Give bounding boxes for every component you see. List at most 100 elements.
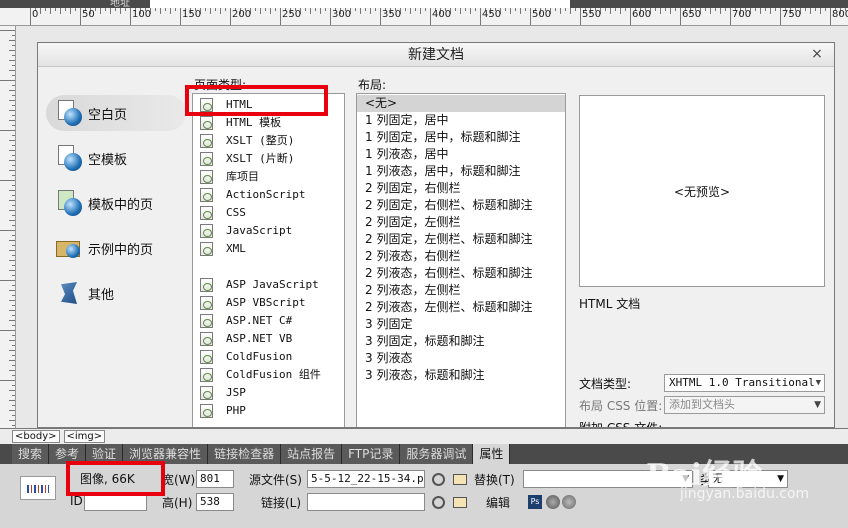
layout-item[interactable]: 2 列固定，右侧栏 <box>365 180 460 197</box>
page-type-item[interactable]: XML <box>193 240 344 258</box>
ruler-tick <box>180 8 181 25</box>
tag-img[interactable]: <img> <box>63 430 106 443</box>
ruler-tick <box>575 8 576 11</box>
height-input[interactable]: 538 <box>196 493 234 511</box>
ruler-tick <box>0 180 15 181</box>
edit-settings-icon[interactable] <box>546 495 560 509</box>
browse-folder-icon[interactable] <box>453 474 467 485</box>
link-input[interactable] <box>307 493 425 511</box>
layout-item[interactable]: <无> <box>357 95 565 112</box>
ruler-tick <box>380 8 381 25</box>
layout-item[interactable]: 2 列液态，左侧栏 <box>365 282 460 299</box>
new-document-dialog: 新建文档 × 空白页 空模板 模板中的页 示例中的页 其他 页面类型: HTML… <box>37 42 835 428</box>
ruler-tick <box>210 8 211 14</box>
page-type-item[interactable]: CSS <box>193 204 344 222</box>
ruler-tick <box>45 8 46 11</box>
ruler-tick <box>275 8 276 11</box>
ruler-tick <box>9 240 15 241</box>
file-icon <box>200 296 213 310</box>
page-type-item[interactable]: XSLT (片断) <box>193 150 344 168</box>
page-type-item[interactable]: JSP <box>193 384 344 402</box>
ruler-tick <box>415 8 416 11</box>
panel-tab[interactable]: 服务器调试 <box>400 444 474 464</box>
layout-list[interactable]: <无> 1 列固定，居中 1 列固定，居中，标题和脚注 1 列液态，居中 1 列液态，居… <box>356 93 566 427</box>
file-icon <box>200 206 213 220</box>
ruler-tick <box>780 8 781 25</box>
ruler-tick <box>580 8 581 25</box>
ruler-tick <box>9 40 15 41</box>
image-thumbnail <box>20 476 56 500</box>
layout-item[interactable]: 2 列固定，左侧栏、标题和脚注 <box>365 231 532 248</box>
layout-item[interactable]: 3 列固定 <box>365 316 412 333</box>
dialog-title: 新建文档 <box>38 43 834 67</box>
point-to-file-icon[interactable] <box>432 473 445 486</box>
panel-tab[interactable]: 站点报告 <box>281 444 343 464</box>
preview-box: <无预览> <box>579 95 825 287</box>
ruler-tick <box>12 35 15 36</box>
category-page-from-sample[interactable]: 示例中的页 <box>46 230 186 266</box>
page-type-item[interactable]: JavaScript <box>193 222 344 240</box>
ruler-tick <box>655 8 656 11</box>
page-type-item[interactable]: 库项目 <box>193 168 344 186</box>
ruler-tick <box>30 8 31 25</box>
ruler-tick <box>125 8 126 11</box>
browse-folder-icon[interactable] <box>453 497 467 508</box>
tag-body[interactable]: <body> <box>12 430 60 443</box>
ruler-tick <box>215 8 216 11</box>
category-blank-page[interactable]: 空白页 <box>46 95 186 131</box>
page-type-label: XSLT (片断) <box>226 152 295 165</box>
page-type-item[interactable]: ActionScript <box>193 186 344 204</box>
page-type-item[interactable]: ASP.NET VB <box>193 330 344 348</box>
category-blank-template[interactable]: 空模板 <box>46 140 186 176</box>
panel-tab[interactable]: FTP记录 <box>342 444 401 464</box>
layout-item[interactable]: 1 列固定，居中 <box>365 112 448 129</box>
ruler-tick <box>815 8 816 11</box>
page-type-item[interactable]: XSLT (整页) <box>193 132 344 150</box>
page-type-item[interactable]: ColdFusion <box>193 348 344 366</box>
layout-item[interactable]: 2 列液态，右侧栏、标题和脚注 <box>365 265 532 282</box>
photoshop-icon[interactable]: Ps <box>528 495 542 509</box>
panel-tab[interactable]: 属性 <box>473 444 511 464</box>
preview-text: <无预览> <box>673 184 731 199</box>
point-to-file-icon[interactable] <box>432 496 445 509</box>
page-type-item[interactable]: ASP VBScript <box>193 294 344 312</box>
layout-item[interactable]: 3 列液态，标题和脚注 <box>365 367 484 384</box>
category-other[interactable]: 其他 <box>46 275 186 311</box>
ruler-tick <box>12 155 15 156</box>
category-page-from-template[interactable]: 模板中的页 <box>46 185 186 221</box>
layout-item[interactable]: 3 列液态 <box>365 350 412 367</box>
ruler-tick <box>9 120 15 121</box>
panel-tab[interactable]: 搜索 <box>12 444 50 464</box>
ruler-tick <box>9 290 15 291</box>
address-input[interactable] <box>150 0 570 8</box>
width-input[interactable]: 801 <box>196 470 234 488</box>
page-type-label: PHP <box>226 404 246 417</box>
page-type-item[interactable]: ColdFusion 组件 <box>193 366 344 384</box>
layout-item[interactable]: 1 列固定，居中，标题和脚注 <box>365 129 520 146</box>
optimize-icon[interactable] <box>562 495 576 509</box>
layout-item[interactable]: 2 列固定，右侧栏、标题和脚注 <box>365 197 532 214</box>
layout-css-select[interactable]: 添加到文档头 ▼ <box>664 396 825 414</box>
ruler-tick <box>12 185 15 186</box>
close-button[interactable]: × <box>806 45 828 63</box>
page-type-item[interactable]: PHP <box>193 402 344 420</box>
layout-item[interactable]: 2 列液态，左侧栏、标题和脚注 <box>365 299 532 316</box>
layout-item[interactable]: 2 列固定，左侧栏 <box>365 214 460 231</box>
layout-item[interactable]: 1 列液态，居中，标题和脚注 <box>365 163 520 180</box>
page-type-item[interactable]: HTML 模板 <box>193 114 344 132</box>
ruler-tick <box>12 375 15 376</box>
layout-item[interactable]: 1 列液态，居中 <box>365 146 448 163</box>
page-type-item[interactable]: ASP JavaScript <box>193 276 344 294</box>
doctype-select[interactable]: XHTML 1.0 Transitional ▼ <box>664 374 825 392</box>
ruler-tick <box>465 8 466 11</box>
layout-item[interactable]: 2 列液态，右侧栏 <box>365 248 460 265</box>
chevron-down-icon: ▼ <box>814 400 821 410</box>
page-type-item[interactable]: ASP.NET C# <box>193 312 344 330</box>
id-label: ID <box>70 494 83 508</box>
ruler-tick <box>255 8 256 11</box>
panel-tab[interactable]: 链接检查器 <box>208 444 282 464</box>
layout-item[interactable]: 3 列固定，标题和脚注 <box>365 333 484 350</box>
ruler-tick <box>0 30 15 31</box>
page-type-list[interactable]: HTML HTML 模板 XSLT (整页) XSLT (片断) 库项目 ActionSc… <box>192 93 345 427</box>
src-input[interactable]: 5-5-12_22-15-34.png <box>307 470 425 488</box>
